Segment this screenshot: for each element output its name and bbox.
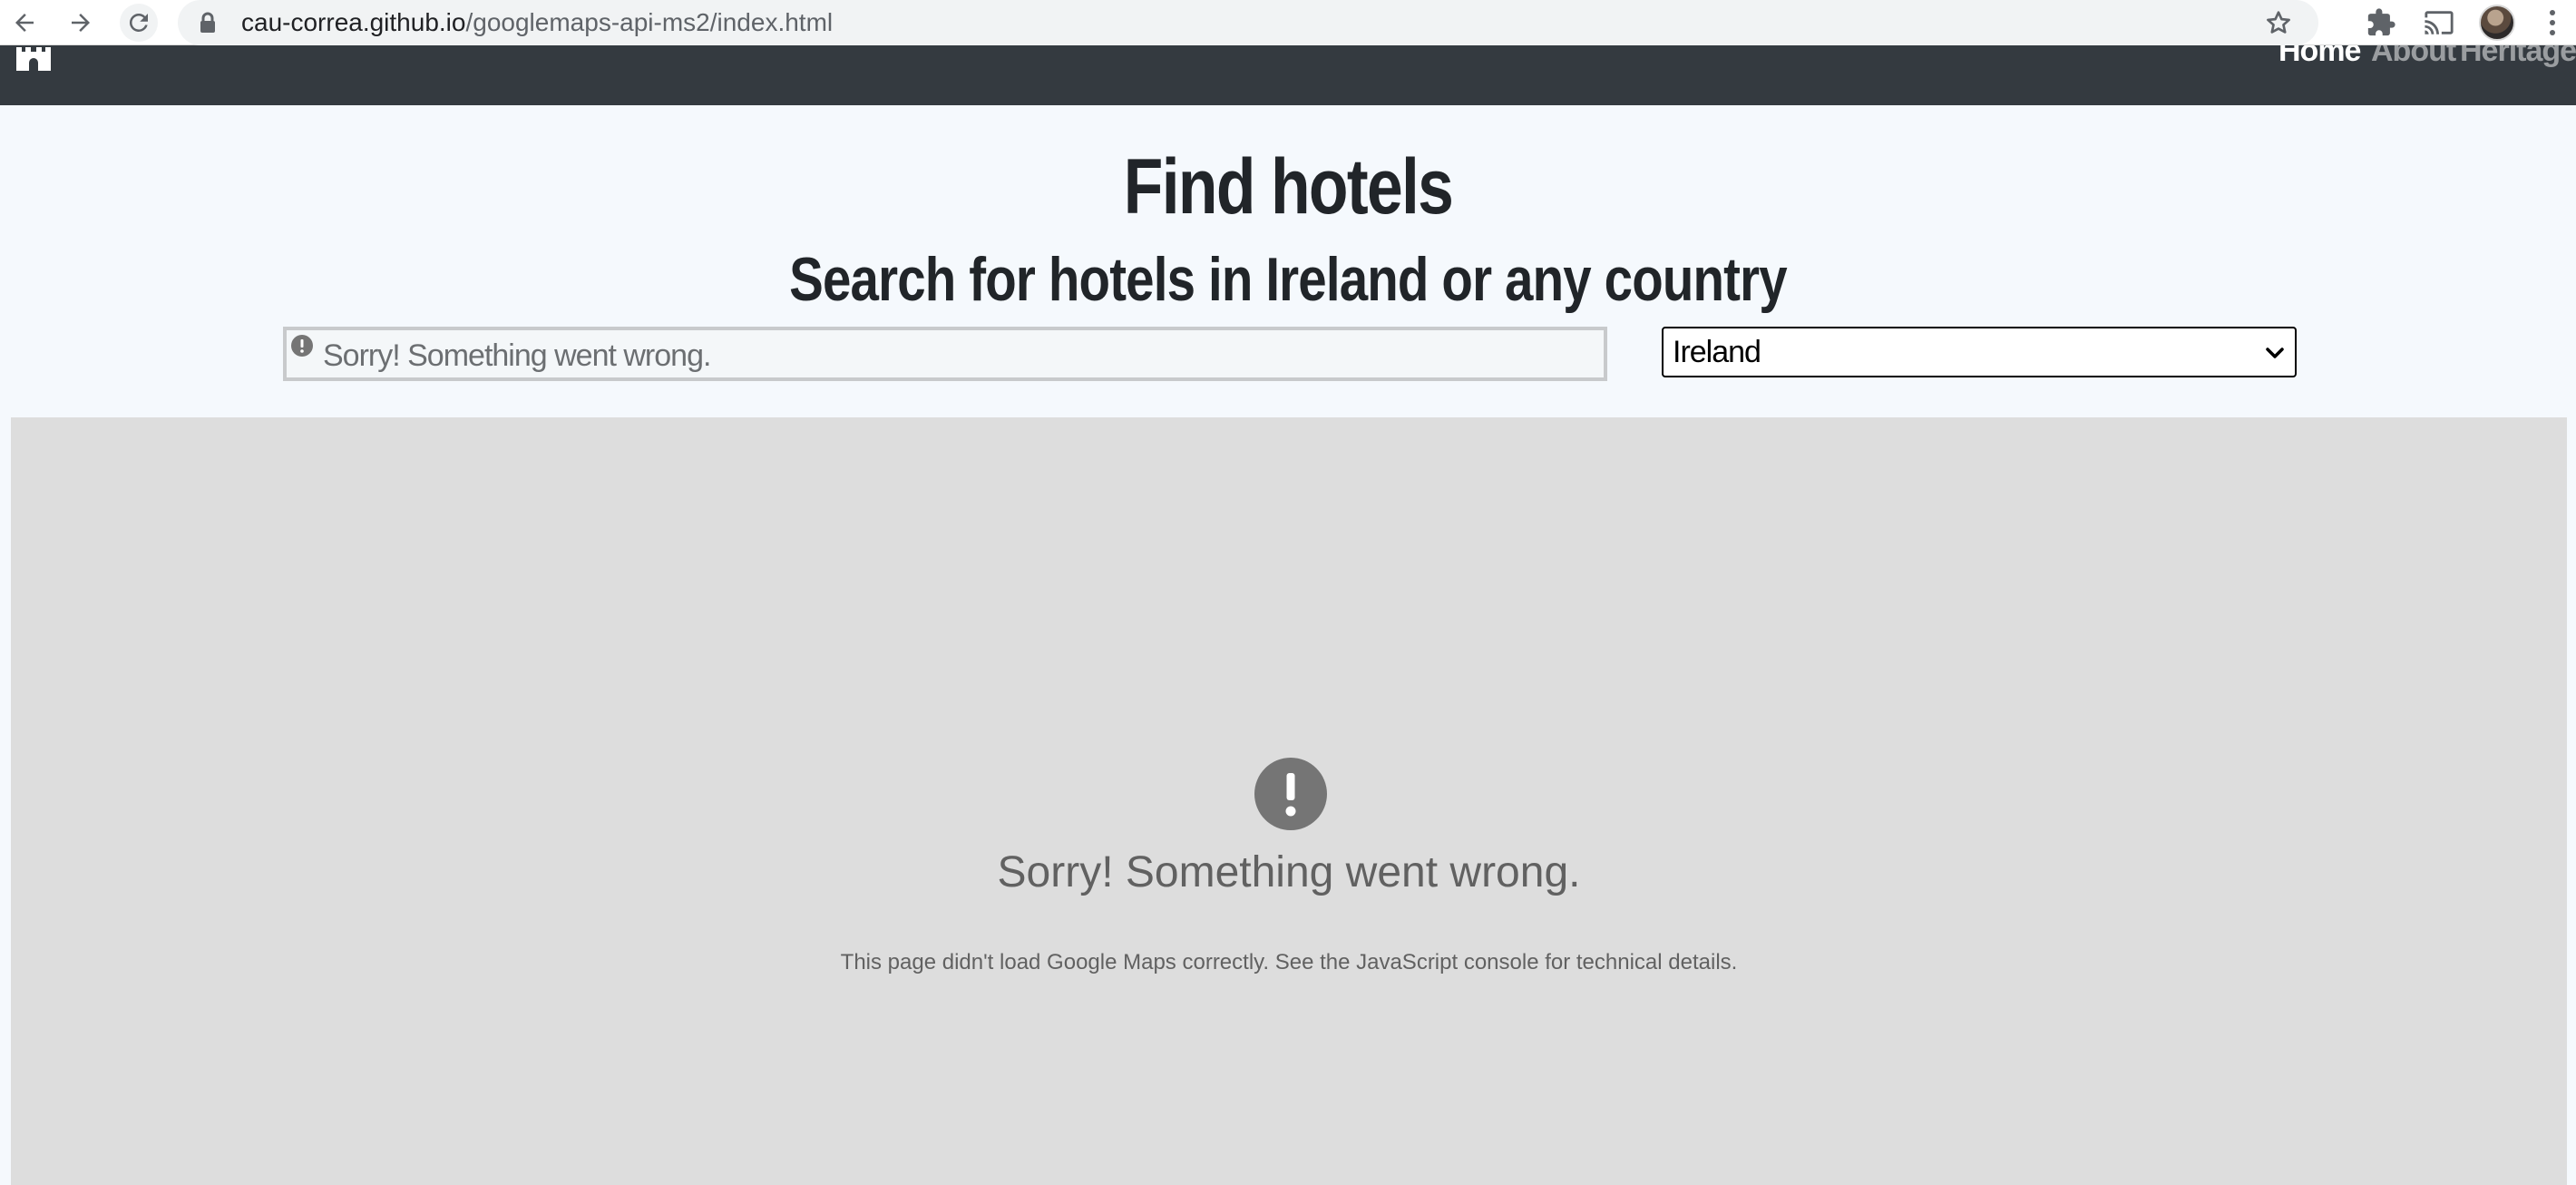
lock-icon[interactable] bbox=[198, 12, 218, 34]
cast-icon[interactable] bbox=[2424, 7, 2454, 38]
page-subtitle: Search for hotels in Ireland or any coun… bbox=[789, 245, 1787, 314]
page-title: Find hotels bbox=[1123, 143, 1454, 230]
arrow-left-icon bbox=[15, 14, 34, 32]
chevron-down-icon bbox=[2266, 348, 2284, 358]
address-bar[interactable]: cau-correa.github.io/googlemaps-api-ms2/… bbox=[178, 0, 2318, 45]
nav-link-about[interactable]: About bbox=[2371, 45, 2456, 69]
map-error-title: Sorry! Something went wrong. bbox=[997, 848, 1581, 896]
browser-toolbar: cau-correa.github.io/googlemaps-api-ms2/… bbox=[0, 0, 2576, 45]
url-host: cau-correa.github.io bbox=[241, 8, 466, 36]
reload-button[interactable] bbox=[120, 4, 158, 42]
country-select-value: Ireland bbox=[1673, 335, 1761, 369]
url-text[interactable]: cau-correa.github.io/googlemaps-api-ms2/… bbox=[241, 8, 833, 37]
profile-avatar[interactable] bbox=[2479, 5, 2515, 41]
exclamation-circle-icon bbox=[1254, 758, 1327, 830]
url-path: /googlemaps-api-ms2/index.html bbox=[465, 8, 834, 36]
back-button[interactable] bbox=[5, 4, 44, 42]
map-error-detail: This page didn't load Google Maps correc… bbox=[840, 950, 1738, 974]
exclamation-circle-icon bbox=[291, 335, 313, 357]
kebab-menu-icon[interactable] bbox=[2545, 8, 2560, 37]
map-container[interactable]: Sorry! Something went wrong. This page d… bbox=[11, 417, 2567, 1185]
reload-icon bbox=[129, 13, 148, 32]
puzzle-icon[interactable] bbox=[2366, 7, 2396, 38]
nav-link-home[interactable]: Home bbox=[2278, 45, 2361, 69]
forward-button[interactable] bbox=[62, 4, 100, 42]
star-icon[interactable] bbox=[2264, 8, 2293, 37]
search-input[interactable]: Sorry! Something went wrong. bbox=[283, 327, 1607, 381]
search-error-text: Sorry! Something went wrong. bbox=[323, 338, 711, 373]
country-select[interactable]: Ireland bbox=[1662, 327, 2297, 377]
site-navbar: Home About Heritage bbox=[0, 45, 2576, 105]
arrow-right-icon bbox=[72, 14, 90, 32]
castle-icon[interactable] bbox=[15, 47, 53, 71]
nav-link-heritage[interactable]: Heritage bbox=[2460, 45, 2576, 69]
